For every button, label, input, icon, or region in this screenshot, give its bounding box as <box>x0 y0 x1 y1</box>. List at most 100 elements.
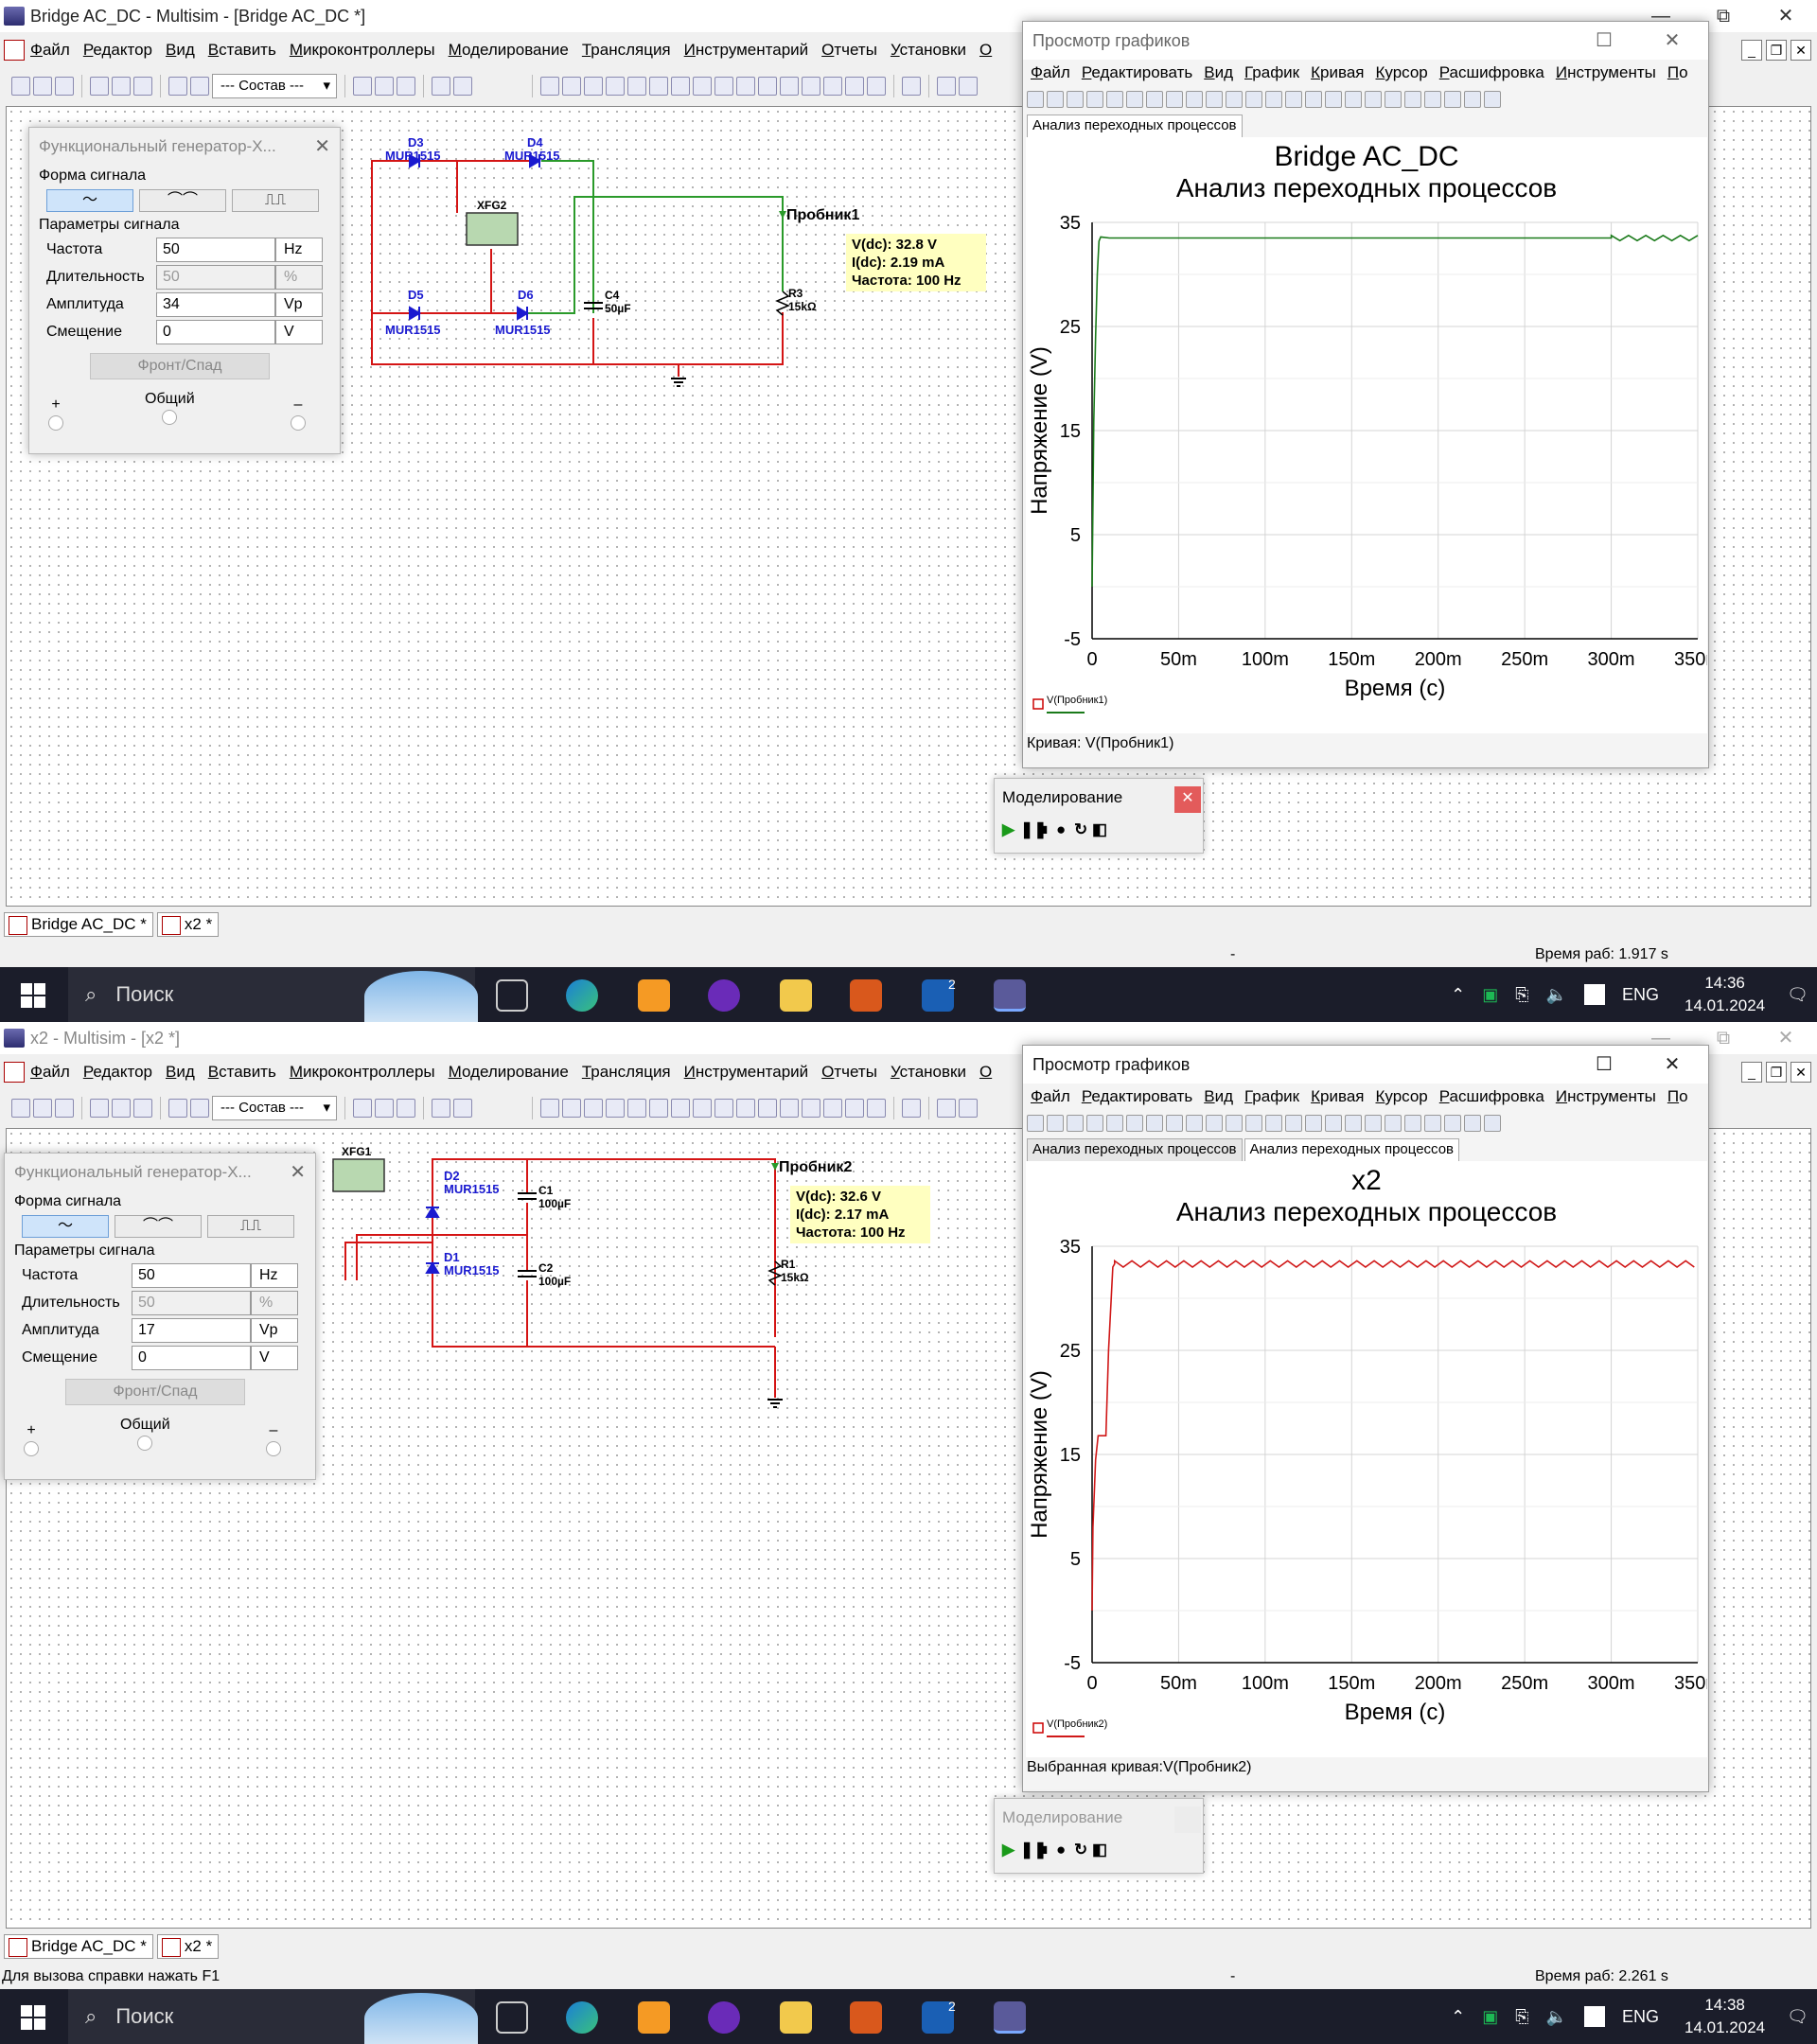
cursors-icon[interactable] <box>1186 91 1203 108</box>
tab-transient-analysis-1[interactable]: Анализ переходных процессов <box>1027 1138 1243 1161</box>
plus-terminal[interactable] <box>48 415 63 431</box>
transient-plot[interactable]: Bridge AC_DC Анализ переходных процессов 0… <box>1026 137 1707 733</box>
windows-start-icon[interactable] <box>21 2005 45 2030</box>
close-icon[interactable]: ✕ <box>1755 1022 1817 1054</box>
offset-unit[interactable]: V <box>251 1345 298 1370</box>
legend-toggle-icon[interactable] <box>1166 1115 1183 1132</box>
grid-icon[interactable] <box>33 1099 52 1118</box>
erc-icon[interactable] <box>353 1099 372 1118</box>
menu-tools[interactable]: Инструментарий <box>684 1063 809 1082</box>
bus-icon[interactable] <box>902 1099 921 1118</box>
triangle-wave-button[interactable]: ⌒⌒ <box>115 1215 202 1238</box>
in-use-list-select[interactable]: --- Состав --- <box>212 74 337 98</box>
antenna-icon[interactable] <box>823 1099 842 1118</box>
misc-icon[interactable] <box>758 1099 777 1118</box>
run-icon[interactable]: ▶ <box>1002 820 1015 838</box>
menu-simulate[interactable]: Моделирование <box>449 41 569 60</box>
hierarchy-icon[interactable] <box>168 1099 187 1118</box>
back-annotate-icon[interactable] <box>375 1099 394 1118</box>
chevron-up-icon[interactable]: ⌃ <box>1451 2007 1465 2027</box>
app-tray-icon[interactable]: ▣ <box>1482 2007 1498 2027</box>
gv-menu-more[interactable]: По <box>1667 63 1688 82</box>
audio-app-icon[interactable] <box>850 979 882 1012</box>
connector-icon[interactable] <box>867 1099 886 1118</box>
undo-icon[interactable] <box>1067 91 1084 108</box>
maximize-icon[interactable]: ☐ <box>1576 1046 1632 1084</box>
zoom-y-icon[interactable] <box>1365 91 1382 108</box>
mcu-icon[interactable] <box>693 1099 712 1118</box>
office-icon[interactable] <box>638 979 670 1012</box>
gv-menu-file[interactable]: Файл <box>1031 63 1070 82</box>
zoom-fit-icon[interactable] <box>1325 91 1342 108</box>
ni-icon[interactable] <box>845 77 864 96</box>
menu-edit[interactable]: Редактор <box>83 41 152 60</box>
forward-annotate-icon[interactable] <box>397 77 415 96</box>
print-icon[interactable] <box>1484 1115 1501 1132</box>
ttl-icon[interactable] <box>649 1099 668 1118</box>
component-icon[interactable] <box>190 77 209 96</box>
grid-icon[interactable] <box>33 77 52 96</box>
connector-icon[interactable] <box>867 77 886 96</box>
save-icon[interactable] <box>1047 1115 1064 1132</box>
zoom-x-icon[interactable] <box>1345 91 1362 108</box>
tab-transient-analysis-2[interactable]: Анализ переходных процессов <box>1244 1138 1460 1161</box>
step-icon[interactable]: ● <box>1056 1841 1069 1859</box>
stop-icon[interactable]: ■ <box>1038 1841 1051 1859</box>
new-icon[interactable] <box>11 1099 30 1118</box>
spreadsheet-icon[interactable] <box>112 77 131 96</box>
paste-icon[interactable] <box>1126 91 1143 108</box>
open-icon[interactable] <box>1027 1115 1044 1132</box>
grapher-icon[interactable] <box>90 77 109 96</box>
edge-icon[interactable] <box>566 979 598 1012</box>
tree-icon[interactable] <box>133 77 152 96</box>
step-forward-icon[interactable]: ↻ <box>1074 1841 1087 1859</box>
menu-file[interactable]: Файл <box>30 41 70 60</box>
gv-menu-edit[interactable]: Редактировать <box>1082 63 1192 82</box>
notifications-icon[interactable]: 🗨 <box>1787 985 1808 1005</box>
component-icon[interactable] <box>190 1099 209 1118</box>
menu-more[interactable]: О <box>979 41 992 60</box>
cmos-icon[interactable] <box>671 77 690 96</box>
frequency-unit[interactable]: Hz <box>275 237 323 262</box>
mcu-icon[interactable] <box>693 77 712 96</box>
frequency-unit[interactable]: Hz <box>251 1262 298 1288</box>
notifications-icon[interactable]: 🗨 <box>1787 2007 1808 2027</box>
gv-menu-trace[interactable]: Кривая <box>1311 1087 1364 1106</box>
volume-icon[interactable]: 🔈 <box>1546 2007 1567 2027</box>
cut-icon[interactable] <box>1086 1115 1103 1132</box>
edge-icon[interactable] <box>566 2001 598 2034</box>
plus-terminal[interactable] <box>24 1441 39 1456</box>
close-icon[interactable]: ✕ <box>290 1154 306 1191</box>
trace-icon[interactable] <box>1265 1115 1282 1132</box>
zoom-x-icon[interactable] <box>1345 1115 1362 1132</box>
text-icon[interactable] <box>1424 91 1441 108</box>
minus-terminal[interactable] <box>291 415 306 431</box>
zoom-y-icon[interactable] <box>1365 1115 1382 1132</box>
sine-wave-button[interactable]: 〜 <box>22 1215 109 1238</box>
menu-more[interactable]: О <box>979 1063 992 1082</box>
zoom-area-icon[interactable] <box>1385 1115 1402 1132</box>
media-player-icon[interactable] <box>708 2001 740 2034</box>
file-explorer-icon[interactable] <box>780 979 812 1012</box>
gv-menu-cursor[interactable]: Курсор <box>1375 63 1427 82</box>
menu-insert[interactable]: Вставить <box>208 41 276 60</box>
tab-x2[interactable]: x2 * <box>156 1934 220 1959</box>
tree-icon[interactable] <box>133 1099 152 1118</box>
white-tray-icon[interactable] <box>1584 984 1606 1005</box>
mdi-minimize-icon[interactable]: _ <box>1741 1062 1762 1083</box>
clock[interactable]: 14:36 14.01.2024 <box>1685 972 1765 1017</box>
overlay-icon[interactable] <box>1444 91 1461 108</box>
amplitude-unit[interactable]: Vp <box>251 1317 298 1343</box>
export-icon[interactable] <box>1464 91 1481 108</box>
paste-icon[interactable] <box>1126 1115 1143 1132</box>
gv-menu-more[interactable]: По <box>1667 1087 1688 1106</box>
show-markers-icon[interactable] <box>1226 91 1243 108</box>
windows-start-icon[interactable] <box>21 983 45 1008</box>
close-icon[interactable]: ✕ <box>1644 1046 1701 1084</box>
stop-icon[interactable]: ■ <box>1038 820 1051 838</box>
transistor-icon[interactable] <box>606 77 625 96</box>
bus-icon[interactable] <box>902 77 921 96</box>
rf-icon[interactable] <box>780 77 799 96</box>
minus-terminal[interactable] <box>266 1441 281 1456</box>
gv-menu-file[interactable]: Файл <box>1031 1087 1070 1106</box>
